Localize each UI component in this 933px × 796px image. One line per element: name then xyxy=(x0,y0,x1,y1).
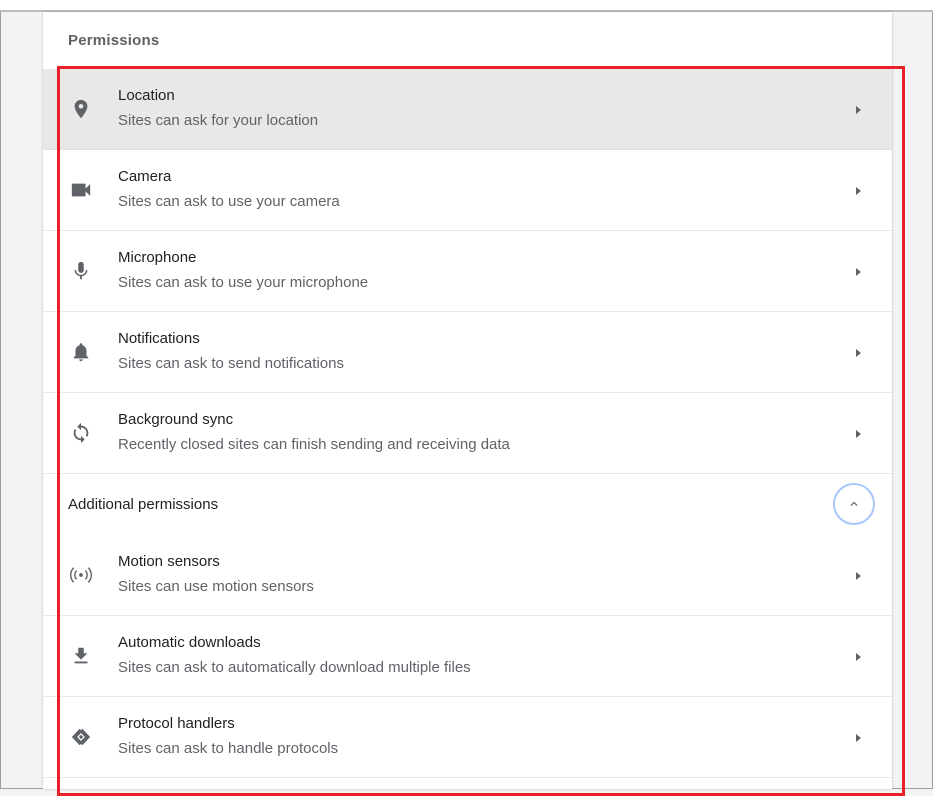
row-title: Camera xyxy=(118,168,172,185)
chevron-right-icon xyxy=(852,650,864,662)
row-description: Sites can ask to handle protocols xyxy=(118,740,339,757)
row-title: Background sync xyxy=(118,411,234,428)
chevron-right-icon xyxy=(852,731,864,743)
permissions-list: Location Sites can ask for your location… xyxy=(43,69,892,778)
download-icon xyxy=(69,644,93,668)
row-title: Microphone xyxy=(118,249,197,266)
row-title: Location xyxy=(118,87,175,104)
camera-icon xyxy=(69,178,93,202)
row-description: Sites can ask to use your camera xyxy=(118,193,340,210)
permission-row-camera[interactable]: Camera Sites can ask to use your camera xyxy=(43,150,892,231)
collapse-button[interactable] xyxy=(833,483,875,525)
additional-permissions-label: Additional permissions xyxy=(68,496,219,513)
permission-row-notifications[interactable]: Notifications Sites can ask to send noti… xyxy=(43,312,892,393)
permissions-card: Permissions Location Sites can ask for y… xyxy=(43,12,892,789)
row-description: Sites can ask to send notifications xyxy=(118,355,344,372)
chevron-right-icon xyxy=(852,569,864,581)
chevron-right-icon xyxy=(852,103,864,115)
chevron-right-icon xyxy=(852,265,864,277)
row-description: Sites can ask to automatically download … xyxy=(118,659,471,676)
chevron-right-icon xyxy=(852,427,864,439)
row-title: Automatic downloads xyxy=(118,634,261,651)
permission-row-location[interactable]: Location Sites can ask for your location xyxy=(43,69,892,150)
bell-icon xyxy=(69,340,93,364)
permission-row-protocol-handlers[interactable]: Protocol handlers Sites can ask to handl… xyxy=(43,697,892,778)
permission-row-background-sync[interactable]: Background sync Recently closed sites ca… xyxy=(43,393,892,474)
row-description: Sites can use motion sensors xyxy=(118,578,314,595)
permission-row-microphone[interactable]: Microphone Sites can ask to use your mic… xyxy=(43,231,892,312)
chevron-right-icon xyxy=(852,184,864,196)
row-description: Recently closed sites can finish sending… xyxy=(118,436,510,453)
row-title: Protocol handlers xyxy=(118,715,235,732)
sync-icon xyxy=(69,421,93,445)
protocol-handler-icon xyxy=(69,725,93,749)
additional-permissions-header[interactable]: Additional permissions xyxy=(43,474,892,535)
row-description: Sites can ask for your location xyxy=(118,112,319,129)
top-bar xyxy=(0,0,933,12)
row-title: Notifications xyxy=(118,330,200,347)
permission-row-automatic-downloads[interactable]: Automatic downloads Sites can ask to aut… xyxy=(43,616,892,697)
permission-row-motion-sensors[interactable]: Motion sensors Sites can use motion sens… xyxy=(43,535,892,616)
row-title: Motion sensors xyxy=(118,553,220,570)
location-pin-icon xyxy=(69,97,93,121)
motion-sensors-icon xyxy=(69,563,93,587)
row-description: Sites can ask to use your microphone xyxy=(118,274,369,291)
chevron-up-icon xyxy=(850,501,858,506)
section-title: Permissions xyxy=(68,32,160,49)
microphone-icon xyxy=(69,259,93,283)
chevron-right-icon xyxy=(852,346,864,358)
